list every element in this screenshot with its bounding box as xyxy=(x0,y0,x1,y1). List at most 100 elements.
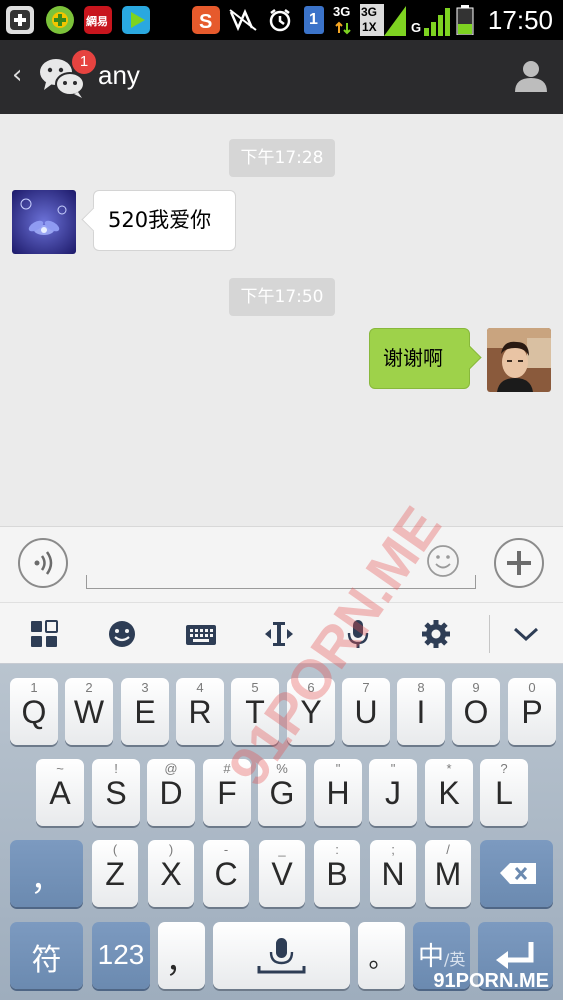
key-o[interactable]: 9O xyxy=(452,678,500,745)
key-secondary-label: 0 xyxy=(528,680,536,695)
apps-grid-icon[interactable] xyxy=(27,617,61,651)
back-icon[interactable]: ‹ xyxy=(12,60,22,90)
key-d[interactable]: @ D xyxy=(147,759,195,826)
contact-profile-icon[interactable] xyxy=(513,58,549,94)
key-primary-label: L xyxy=(495,775,513,811)
keyboard-layout-icon[interactable] xyxy=(184,617,218,651)
key-secondary-label: ! xyxy=(114,761,118,776)
more-actions-button[interactable] xyxy=(494,538,544,588)
key-secondary-label: ( xyxy=(112,842,118,857)
alarm-icon xyxy=(266,6,294,34)
number-key[interactable]: 123 xyxy=(92,922,150,989)
network-type-3g: 3G xyxy=(361,5,378,19)
netease-app-icon: 網易 xyxy=(84,6,112,34)
game-app-icon xyxy=(46,6,74,34)
chat-header: ‹ 1 any xyxy=(0,40,563,114)
key-q[interactable]: 1Q xyxy=(10,678,58,745)
key-secondary-label: ? xyxy=(500,761,508,776)
user-avatar[interactable] xyxy=(487,328,551,392)
key-secondary-label: 9 xyxy=(472,680,480,695)
key-secondary-label: 1 xyxy=(30,680,38,695)
nfc-muted-icon xyxy=(228,6,257,34)
timestamp-label: 下午17:28 xyxy=(229,139,335,177)
space-voice-key[interactable] xyxy=(213,922,350,989)
key-n[interactable]: ; N xyxy=(370,840,416,907)
key-m[interactable]: / M xyxy=(425,840,471,907)
key-i[interactable]: 8I xyxy=(397,678,445,745)
key-z[interactable]: (Z xyxy=(92,840,138,907)
comma-key-2[interactable]: ， xyxy=(158,922,205,989)
key-a[interactable]: ~ A xyxy=(36,759,84,826)
key-s[interactable]: ! S xyxy=(92,759,140,826)
chat-messages[interactable]: 下午17:28 520我爱你 下午17:50 谢谢啊 xyxy=(0,114,563,526)
add-app-icon xyxy=(6,6,34,34)
outgoing-message-bubble[interactable]: 谢谢啊 xyxy=(369,328,470,389)
key-secondary-label: / xyxy=(446,842,450,857)
key-primary-label: V xyxy=(271,856,293,892)
key-e[interactable]: 3E xyxy=(121,678,169,745)
signal-strength-icon-1 xyxy=(384,6,406,40)
key-primary-label: I xyxy=(416,694,426,730)
emoji-panel-icon[interactable] xyxy=(105,617,139,651)
key-secondary-label: - xyxy=(223,842,229,857)
key-secondary-label: 7 xyxy=(362,680,370,695)
g-network-label: G xyxy=(411,20,422,35)
cursor-move-icon[interactable] xyxy=(262,617,296,651)
key-primary-label: A xyxy=(49,775,71,811)
key-primary-label: B xyxy=(326,856,348,892)
lang-sub-label: /英 xyxy=(444,950,466,969)
key-primary-label: Z xyxy=(105,856,125,892)
key-label: 123 xyxy=(97,939,145,970)
hide-keyboard-chevron-icon[interactable] xyxy=(509,617,543,651)
key-primary-label: D xyxy=(159,775,183,811)
key-label: 符 xyxy=(31,944,62,977)
key-label: ， xyxy=(165,943,198,979)
key-secondary-label: " xyxy=(390,761,396,776)
svg-text:S: S xyxy=(199,11,212,33)
key-primary-label: W xyxy=(73,694,105,730)
key-v[interactable]: _ V xyxy=(259,840,305,907)
key-primary-label: J xyxy=(385,775,401,811)
period-key[interactable]: 。 xyxy=(358,922,405,989)
comma-key[interactable]: ， xyxy=(10,840,83,907)
voice-input-icon xyxy=(257,938,306,974)
key-l[interactable]: ? L xyxy=(480,759,528,826)
key-k[interactable]: * K xyxy=(425,759,473,826)
key-b[interactable]: :B xyxy=(314,840,360,907)
network-type-1x: 1X xyxy=(362,20,377,34)
key-secondary-label: ; xyxy=(391,842,395,857)
status-time: 17:50 xyxy=(487,5,553,35)
key-u[interactable]: 7U xyxy=(342,678,390,745)
key-secondary-label: 2 xyxy=(85,680,93,695)
key-label: 。 xyxy=(368,943,395,973)
symbol-key[interactable]: 符 xyxy=(10,922,83,989)
key-primary-label: O xyxy=(463,694,489,730)
sogou-app-icon: S xyxy=(192,6,220,34)
voice-mode-button[interactable] xyxy=(18,538,68,588)
contact-avatar[interactable] xyxy=(12,190,76,254)
message-input-bar xyxy=(0,526,563,602)
lang-main-label: 中 xyxy=(418,942,445,972)
key-p[interactable]: 0P xyxy=(508,678,556,745)
status-bar: 網易 S 1 3G 3G 1X G 17:50 xyxy=(0,0,563,40)
key-h[interactable]: " H xyxy=(314,759,362,826)
settings-gear-icon[interactable] xyxy=(419,617,453,651)
key-primary-label: U xyxy=(354,694,378,730)
key-secondary-label: ~ xyxy=(56,761,64,776)
voice-icon xyxy=(34,551,53,575)
network-type-label: 3G xyxy=(333,4,351,19)
key-j[interactable]: " J xyxy=(369,759,417,826)
key-primary-label: C xyxy=(214,856,238,892)
key-label: ， xyxy=(30,861,63,897)
plus-icon xyxy=(507,551,531,575)
key-primary-label: N xyxy=(381,856,405,892)
key-w[interactable]: 2W xyxy=(65,678,113,745)
key-c[interactable]: -C xyxy=(203,840,249,907)
incoming-message-bubble[interactable]: 520我爱你 xyxy=(93,190,236,251)
key-x[interactable]: ) X xyxy=(148,840,194,907)
chat-title: any xyxy=(98,60,140,90)
key-primary-label: R xyxy=(188,694,212,730)
backspace-key[interactable] xyxy=(480,840,553,907)
sim-card-icon: 1 xyxy=(304,6,324,34)
key-r[interactable]: 4R xyxy=(176,678,224,745)
